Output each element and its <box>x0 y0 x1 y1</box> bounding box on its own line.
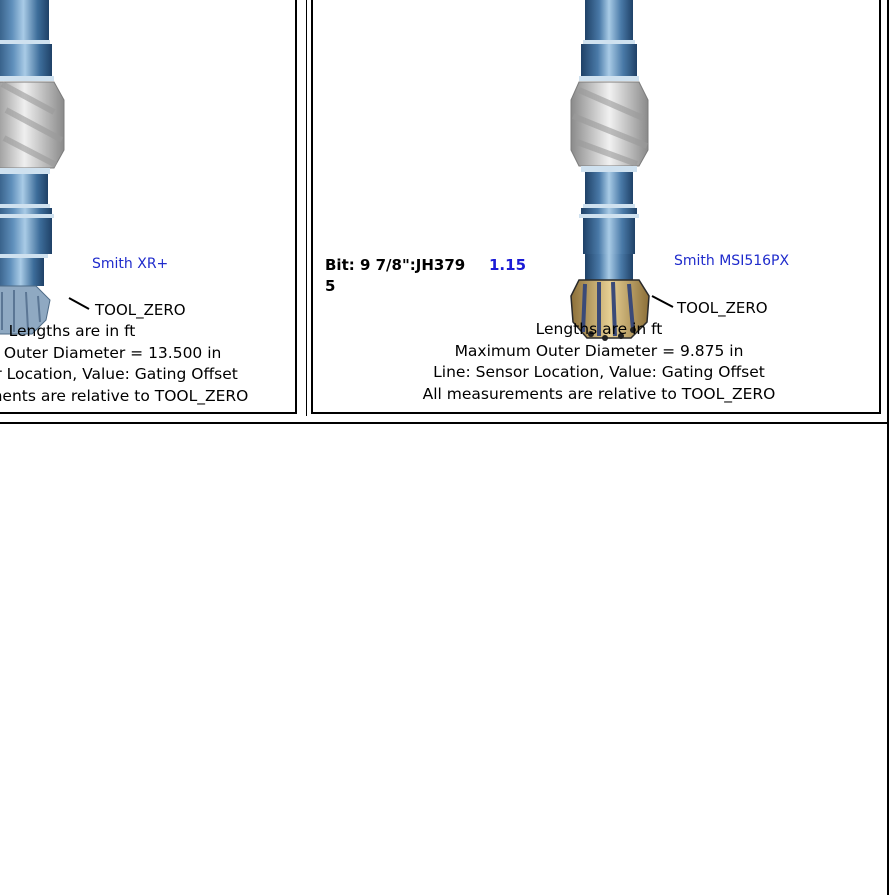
left-caption-relative: All measurements are relative to TOOL_ZE… <box>0 386 249 405</box>
left-tool-zero-label: TOOL_ZERO <box>95 301 186 319</box>
right-caption-relative: All measurements are relative to TOOL_ZE… <box>422 384 776 403</box>
right-border <box>887 0 889 895</box>
bit-label: Bit: 9 7/8":JH379 <box>325 256 466 274</box>
right-model-name: Smith MSI516PX <box>674 253 790 269</box>
right-caption-legend: Line: Sensor Location, Value: Gating Off… <box>433 363 765 381</box>
bit-ratio-value: 1.15 <box>489 256 527 274</box>
left-caption-max-od: Maximum Outer Diameter = 13.500 in <box>0 343 222 362</box>
left-model-name: Smith XR+ <box>92 256 169 272</box>
bottom-section-divider <box>0 422 887 424</box>
right-tool-zero-label: TOOL_ZERO <box>677 299 768 317</box>
left-tool-panel: Smith XR+ TOOL_ZERO Lengths are in ft Ma… <box>0 0 297 414</box>
left-caption-legend: Line: Sensor Location, Value: Gating Off… <box>0 365 238 383</box>
bit-label-continued: 5 <box>325 277 336 295</box>
right-caption-max-od: Maximum Outer Diameter = 9.875 in <box>454 341 744 360</box>
panel-divider <box>306 0 307 416</box>
right-caption: Lengths are in ft Maximum Outer Diameter… <box>389 319 809 405</box>
left-caption-lengths: Lengths are in ft <box>8 322 136 340</box>
left-caption: Lengths are in ft Maximum Outer Diameter… <box>0 321 282 407</box>
right-caption-lengths: Lengths are in ft <box>535 320 663 338</box>
right-tool-panel: Bit: 9 7/8":JH379 5 1.15 Smith MSI516PX … <box>311 0 881 414</box>
